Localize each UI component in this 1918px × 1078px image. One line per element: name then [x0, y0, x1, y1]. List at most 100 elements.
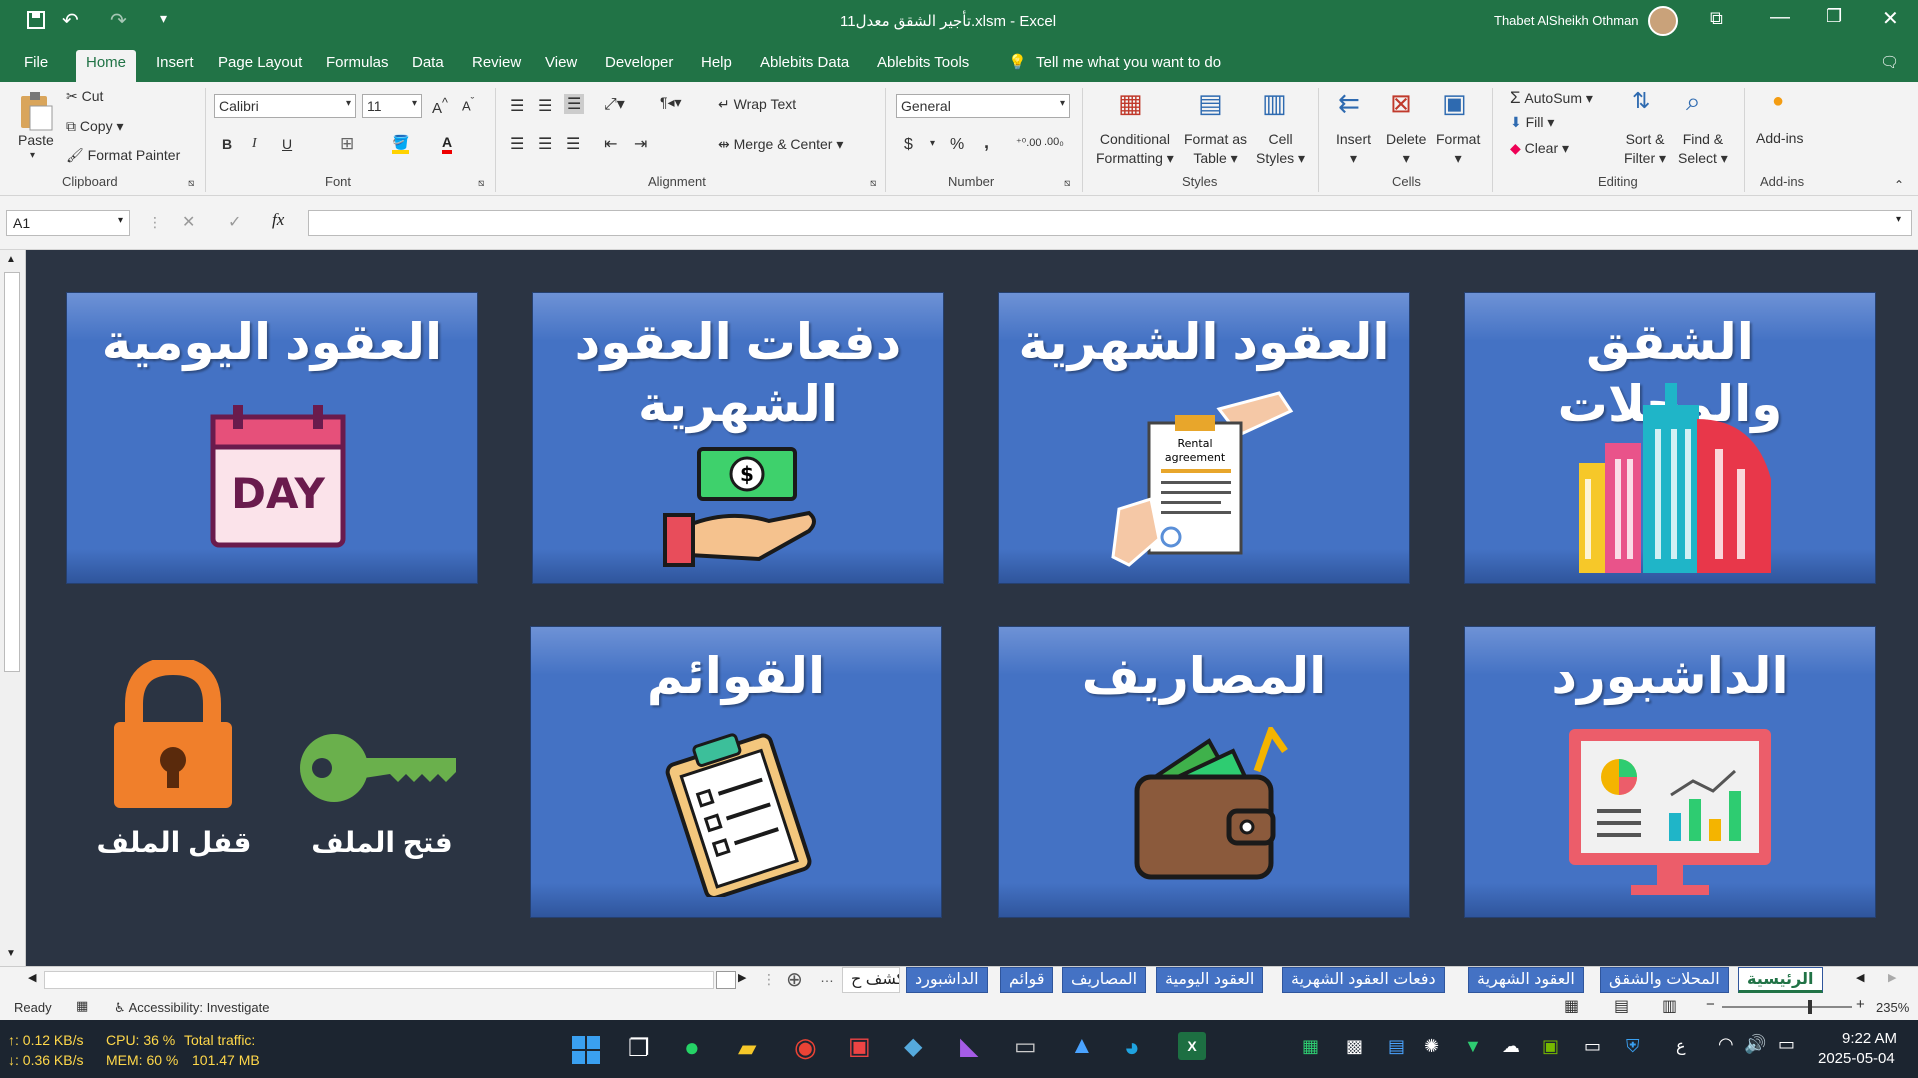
more-sheets-icon[interactable]: …: [820, 969, 834, 985]
zoom-level[interactable]: 235%: [1876, 1000, 1909, 1015]
cancel-entry-icon[interactable]: ✕: [182, 212, 195, 232]
align-center-icon[interactable]: ☰: [538, 134, 552, 154]
tray-app-3-icon[interactable]: ▤: [1388, 1036, 1405, 1057]
comma-button[interactable]: ,: [984, 132, 989, 153]
scroll-up-icon[interactable]: ▲: [6, 254, 16, 265]
task-view-icon[interactable]: ❐: [628, 1034, 650, 1063]
redo-icon[interactable]: ↷: [110, 8, 127, 33]
cell-styles-icon[interactable]: ▥: [1262, 88, 1287, 119]
format-as-table-button[interactable]: Format as Table ▾: [1184, 130, 1247, 168]
sheet-tab-statement[interactable]: كشف ح: [842, 967, 900, 993]
tab-data[interactable]: Data: [402, 50, 454, 82]
sheet-tab-monthly-payments[interactable]: دفعات العقود الشهرية: [1282, 967, 1445, 993]
increase-decimal-icon[interactable]: ⁺⁰.00: [1016, 136, 1042, 149]
close-icon[interactable]: ✕: [1882, 6, 1899, 31]
paste-icon[interactable]: [18, 90, 54, 131]
file-explorer-icon[interactable]: ▰: [738, 1034, 756, 1063]
h-scroll-thumb[interactable]: [716, 971, 736, 989]
tab-home[interactable]: Home: [76, 50, 137, 82]
font-color-icon[interactable]: A: [442, 134, 453, 154]
accessibility-status[interactable]: ♿ Accessibility: Investigate: [114, 1000, 269, 1016]
scroll-down-icon[interactable]: ▼: [6, 948, 16, 959]
page-layout-view-icon[interactable]: ▤: [1614, 996, 1629, 1016]
tray-app-1-icon[interactable]: ▦: [1302, 1036, 1319, 1057]
orientation-icon[interactable]: ⤢▾: [604, 94, 625, 114]
undo-icon[interactable]: ↶: [62, 8, 79, 33]
customize-toolbar-icon[interactable]: ▾: [160, 10, 167, 27]
tile-lists[interactable]: القوائم: [530, 626, 942, 918]
tray-app-6-icon[interactable]: ▭: [1584, 1036, 1601, 1057]
chrome-icon[interactable]: ◉: [794, 1032, 817, 1063]
delete-cells-button[interactable]: Delete ▾: [1386, 130, 1426, 168]
tab-formulas[interactable]: Formulas: [316, 50, 399, 82]
app-v-icon[interactable]: ◆: [904, 1032, 922, 1061]
horizontal-scrollbar[interactable]: [44, 971, 714, 989]
sheet-tab-daily-contracts[interactable]: العقود اليومية: [1156, 967, 1264, 993]
tab-developer[interactable]: Developer: [595, 50, 683, 82]
tab-page-layout[interactable]: Page Layout: [208, 50, 312, 82]
sheet-tab-expenses[interactable]: المصاريف: [1062, 967, 1147, 993]
tile-apartments-shops[interactable]: الشقق والمحلات: [1464, 292, 1876, 584]
number-format-select[interactable]: General ▾: [896, 94, 1070, 118]
align-bottom-icon[interactable]: ☰: [564, 94, 585, 114]
terminal-icon[interactable]: ▭: [1014, 1032, 1037, 1061]
format-table-icon[interactable]: ▤: [1198, 88, 1223, 119]
tell-me-search[interactable]: Tell me what you want to do: [1026, 50, 1231, 82]
tray-app-4-icon[interactable]: ✺: [1424, 1036, 1439, 1057]
collapse-ribbon-icon[interactable]: ⌃: [1894, 178, 1904, 192]
photos-icon[interactable]: ▲: [1070, 1032, 1094, 1060]
rtl-icon[interactable]: ¶◂▾: [660, 94, 682, 111]
minimize-icon[interactable]: —: [1770, 6, 1790, 29]
edge-icon[interactable]: ◕: [1124, 1032, 1140, 1063]
comments-icon[interactable]: 🗨: [1870, 50, 1909, 82]
tab-ablebits-tools[interactable]: Ablebits Tools: [867, 50, 979, 82]
underline-button[interactable]: U: [282, 136, 292, 152]
h-scroll-right-icon[interactable]: ▶: [738, 971, 746, 984]
save-icon[interactable]: [26, 10, 46, 30]
indent-increase-icon[interactable]: ⇥: [634, 134, 647, 154]
add-ins-icon[interactable]: ●: [1772, 90, 1784, 113]
h-scroll-left-icon[interactable]: ◀: [28, 971, 36, 984]
restore-icon[interactable]: ❐: [1826, 6, 1842, 27]
onedrive-icon[interactable]: ☁: [1502, 1036, 1520, 1057]
whatsapp-icon[interactable]: ●: [684, 1032, 700, 1063]
tab-scroll-right-icon[interactable]: ▶: [1888, 971, 1896, 984]
scroll-thumb[interactable]: [4, 272, 20, 672]
sheet-tab-monthly-contracts[interactable]: العقود الشهرية: [1468, 967, 1584, 993]
cut-button[interactable]: ✂ Cut: [66, 88, 103, 105]
tab-help[interactable]: Help: [691, 50, 742, 82]
merge-center-button[interactable]: ⇹ Merge & Center ▾: [718, 136, 843, 153]
calendar-app-icon[interactable]: ▣: [848, 1032, 871, 1061]
increase-font-icon[interactable]: A^: [432, 96, 448, 117]
sort-filter-button[interactable]: Sort & Filter ▾: [1624, 130, 1666, 168]
autosum-button[interactable]: Σ AutoSum ▾: [1510, 88, 1593, 108]
expand-formula-icon[interactable]: ▾: [1896, 214, 1901, 225]
input-language[interactable]: ع: [1676, 1036, 1686, 1056]
cell-styles-button[interactable]: Cell Styles ▾: [1256, 130, 1305, 168]
tab-ablebits-data[interactable]: Ablebits Data: [750, 50, 859, 82]
chevron-down-icon[interactable]: ▾: [930, 138, 935, 149]
font-name-select[interactable]: Calibri ▾: [214, 94, 356, 118]
lock-file-button[interactable]: [108, 656, 238, 810]
fill-color-button[interactable]: 🪣: [392, 134, 410, 154]
align-top-icon[interactable]: ☰: [510, 96, 524, 116]
user-name[interactable]: Thabet AlSheikh Othman: [1494, 13, 1639, 28]
conditional-formatting-button[interactable]: Conditional Formatting ▾: [1096, 130, 1174, 168]
currency-button[interactable]: $: [904, 136, 913, 154]
sheet-tab-main[interactable]: الرئيسية: [1738, 967, 1823, 993]
borders-icon[interactable]: ⊞: [340, 134, 354, 154]
wrap-text-button[interactable]: ↵ Wrap Text: [718, 96, 796, 113]
insert-cells-button[interactable]: Insert ▾: [1336, 130, 1371, 168]
enter-entry-icon[interactable]: ✓: [228, 212, 241, 232]
sort-filter-icon[interactable]: ⇅: [1632, 88, 1650, 114]
conditional-formatting-icon[interactable]: ▦: [1118, 88, 1143, 119]
find-select-button[interactable]: Find & Select ▾: [1678, 130, 1728, 168]
clipboard-launcher-icon[interactable]: ⧅: [188, 178, 194, 189]
security-icon[interactable]: ⛨: [1626, 1036, 1640, 1057]
tray-app-2-icon[interactable]: ▩: [1346, 1036, 1363, 1057]
avatar[interactable]: [1648, 6, 1678, 36]
tab-view[interactable]: View: [535, 50, 587, 82]
format-cells-button[interactable]: Format ▾: [1436, 130, 1480, 168]
clock-date[interactable]: 2025-05-04: [1818, 1050, 1895, 1067]
sheet-tab-shops-apartments[interactable]: المحلات والشقق: [1600, 967, 1729, 993]
